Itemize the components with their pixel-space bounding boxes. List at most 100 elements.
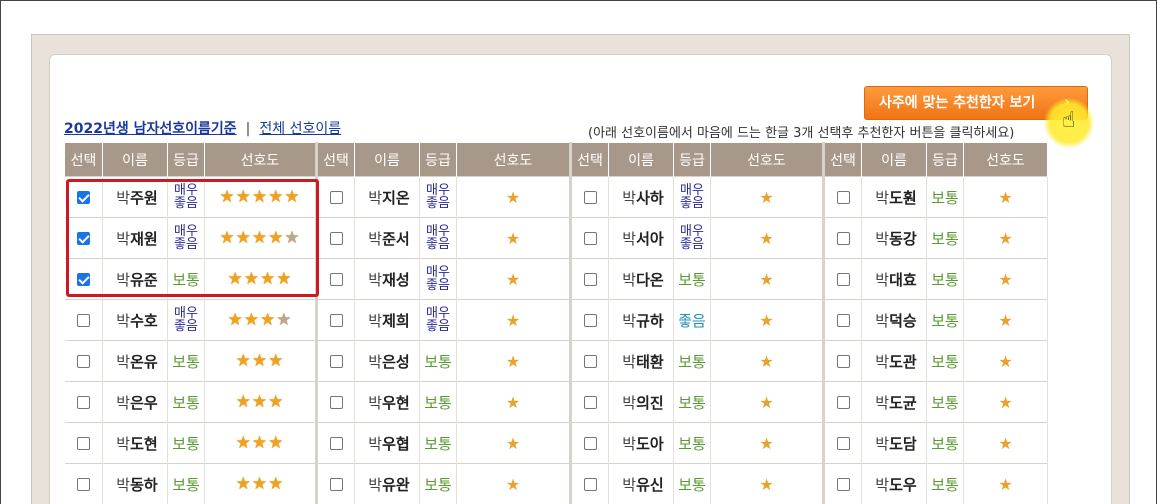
select-cell <box>569 176 609 218</box>
header-grade: 등급 <box>419 142 457 177</box>
given-name: 동하 <box>130 475 158 494</box>
filter-links: 2022년생 남자선호이름기준 | 전체 선호이름 <box>64 118 341 138</box>
given-name: 준서 <box>382 229 410 248</box>
star-icon: ★ <box>759 392 774 412</box>
name-cell: 박재성 <box>354 258 420 300</box>
name-checkbox[interactable] <box>583 273 597 286</box>
grade-cell: 보통 <box>167 340 205 382</box>
surname: 박 <box>368 352 383 371</box>
star-icon: ★ <box>759 433 774 453</box>
name-checkbox[interactable] <box>583 232 597 245</box>
name-checkbox[interactable] <box>583 355 597 368</box>
preference-cell: ★ <box>456 340 571 382</box>
name-cell: 박온유 <box>102 340 168 382</box>
select-cell <box>822 422 862 464</box>
header-select: 선택 <box>315 142 355 177</box>
name-checkbox[interactable] <box>76 396 90 409</box>
name-checkbox[interactable] <box>76 355 90 368</box>
star-icon: ★ <box>260 310 277 330</box>
surname: 박 <box>368 311 383 330</box>
name-checkbox[interactable] <box>329 314 343 327</box>
name-checkbox[interactable] <box>836 396 850 409</box>
grade-cell: 보통 <box>167 422 205 464</box>
preference-cell: ★ <box>963 258 1048 300</box>
name-checkbox[interactable] <box>583 437 597 450</box>
grade-cell: 보통 <box>673 258 711 300</box>
surname: 박 <box>368 270 383 289</box>
name-checkbox[interactable] <box>836 437 850 450</box>
star-rating: ★ <box>506 434 520 453</box>
star-rating: ★ <box>506 393 520 412</box>
table-row: 박동하 보통 ★★★ 박유완 보통 ★ 박유신 보통 ★ 박도우 보통 ★ <box>64 463 1048 504</box>
name-checkbox[interactable] <box>583 314 597 327</box>
star-rating: ★ <box>998 188 1012 207</box>
name-checkbox[interactable] <box>329 232 343 245</box>
name-checkbox[interactable] <box>76 437 90 450</box>
grade-great-bottom: 좋음 <box>426 318 450 334</box>
header-preference: 선호도 <box>204 142 317 177</box>
star-rating: ★ <box>506 311 520 330</box>
name-checkbox[interactable] <box>836 355 850 368</box>
name-checkbox[interactable] <box>836 273 850 286</box>
grade-normal-label: 보통 <box>931 352 959 371</box>
header-name: 이름 <box>102 142 168 177</box>
name-checkbox[interactable] <box>329 273 343 286</box>
link-2022-male-names[interactable]: 2022년생 남자선호이름기준 <box>64 121 237 137</box>
name-cell: 박의진 <box>608 381 674 423</box>
name-checkbox[interactable] <box>76 478 90 492</box>
grade-great-bottom: 좋음 <box>174 318 198 334</box>
name-checkbox[interactable] <box>583 396 597 409</box>
grade-normal-label: 보통 <box>424 393 452 412</box>
given-name: 대효 <box>889 270 917 289</box>
star-icon: ★ <box>243 310 260 330</box>
name-checkbox[interactable] <box>836 232 850 245</box>
star-rating: ★ <box>506 188 520 207</box>
name-checkbox[interactable] <box>329 355 343 368</box>
name-checkbox[interactable] <box>836 314 850 327</box>
select-cell <box>822 217 862 259</box>
name-checkbox[interactable] <box>329 396 343 409</box>
grade-great-label: 매우 좋음 <box>426 266 450 292</box>
name-checkbox[interactable] <box>329 437 343 450</box>
name-checkbox[interactable] <box>329 191 343 204</box>
grade-normal-label: 보통 <box>424 475 452 494</box>
star-rating: ★★★★ <box>228 310 293 330</box>
grade-normal-label: 보통 <box>931 188 959 207</box>
name-cell: 박우협 <box>354 422 420 464</box>
star-rating: ★ <box>998 270 1012 289</box>
surname: 박 <box>368 475 383 494</box>
select-cell <box>822 299 862 341</box>
name-checkbox[interactable] <box>76 314 90 327</box>
select-cell <box>64 381 103 423</box>
star-rating: ★ <box>998 352 1012 371</box>
select-cell <box>315 422 355 464</box>
header-select: 선택 <box>64 142 103 177</box>
surname: 박 <box>622 352 637 371</box>
grade-cell: 보통 <box>673 381 711 423</box>
grade-cell: 매우 좋음 <box>419 299 457 341</box>
table-row: 박수호 매우 좋음 ★★★★ 박제희 매우 좋음 ★ 박규하 좋음 ★ 박덕승 보통 ★ <box>64 299 1048 341</box>
select-cell <box>822 463 862 504</box>
surname: 박 <box>116 434 131 453</box>
given-name: 지온 <box>382 188 410 207</box>
link-all-names[interactable]: 전체 선호이름 <box>259 121 341 137</box>
grade-cell: 보통 <box>926 381 964 423</box>
star-icon: ★ <box>505 310 521 330</box>
given-name: 도현 <box>130 434 158 453</box>
name-checkbox[interactable] <box>836 191 850 204</box>
name-checkbox[interactable] <box>329 478 343 492</box>
name-checkbox[interactable] <box>583 191 597 204</box>
star-icon: ★ <box>251 351 269 371</box>
name-checkbox[interactable] <box>836 478 850 492</box>
select-cell <box>64 340 103 382</box>
given-name: 우현 <box>382 393 410 412</box>
surname: 박 <box>875 475 890 494</box>
surname: 박 <box>622 188 637 207</box>
star-icon: ★ <box>251 474 269 495</box>
star-icon: ★ <box>998 433 1013 453</box>
name-checkbox[interactable] <box>583 478 597 492</box>
given-name: 규하 <box>636 311 664 330</box>
star-icon: ★ <box>235 351 252 371</box>
preference-cell: ★ <box>456 217 571 259</box>
grade-cell: 보통 <box>926 463 964 504</box>
